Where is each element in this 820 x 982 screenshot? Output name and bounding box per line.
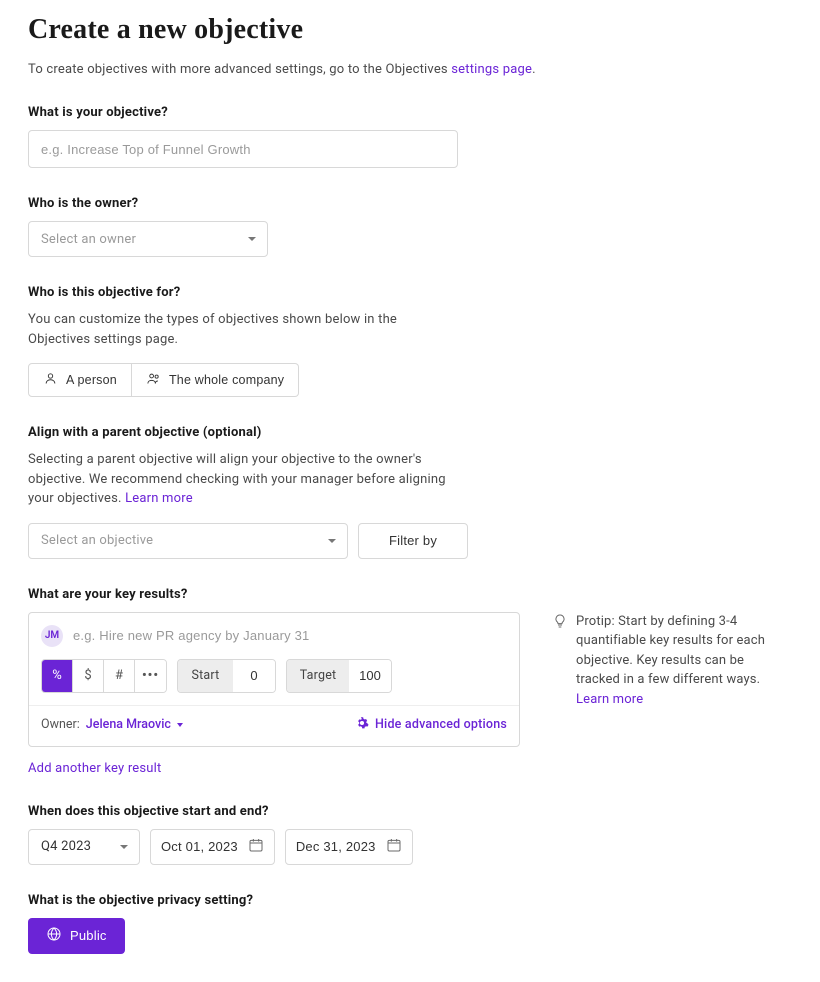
- parent-objective-placeholder: Select an objective: [41, 533, 153, 548]
- privacy-button-label: Public: [70, 928, 107, 943]
- calendar-icon: [248, 837, 264, 856]
- filter-by-button[interactable]: Filter by: [358, 523, 468, 559]
- start-date-value: Oct 01, 2023: [161, 839, 238, 854]
- quarter-value: Q4 2023: [41, 839, 91, 854]
- hide-advanced-link[interactable]: Hide advanced options: [355, 716, 507, 734]
- key-result-input[interactable]: [73, 625, 507, 647]
- target-value-input[interactable]: [349, 660, 391, 692]
- for-person-label: A person: [66, 373, 117, 387]
- objective-section: What is your objective?: [28, 105, 792, 168]
- start-date-button[interactable]: Oct 01, 2023: [150, 829, 275, 865]
- target-value-group: Target: [286, 659, 392, 693]
- dates-section: When does this objective start and end? …: [28, 804, 792, 865]
- kr-label: What are your key results?: [28, 587, 792, 602]
- end-date-button[interactable]: Dec 31, 2023: [285, 829, 413, 865]
- owner-section: Who is the owner? Select an owner: [28, 196, 792, 257]
- start-value-input[interactable]: [233, 660, 275, 692]
- privacy-section: What is the objective privacy setting? P…: [28, 893, 792, 954]
- chevron-down-icon: [328, 539, 336, 543]
- end-date-value: Dec 31, 2023: [296, 839, 376, 854]
- for-hint: You can customize the types of objective…: [28, 310, 458, 349]
- protip-learn-more-link[interactable]: Learn more: [576, 692, 643, 707]
- objective-label: What is your objective?: [28, 105, 792, 120]
- owner-select[interactable]: Select an owner: [28, 221, 268, 257]
- owner-label: Who is the owner?: [28, 196, 792, 211]
- align-section: Align with a parent objective (optional)…: [28, 425, 792, 559]
- kr-owner[interactable]: Owner: Jelena Mraovic: [41, 717, 183, 732]
- metric-number-button[interactable]: #: [104, 660, 135, 692]
- metric-type-segment: % $ # •••: [41, 659, 167, 693]
- parent-objective-select[interactable]: Select an objective: [28, 523, 348, 559]
- privacy-public-button[interactable]: Public: [28, 918, 125, 954]
- lightbulb-icon: [552, 612, 568, 710]
- chevron-down-icon: [248, 237, 256, 241]
- people-icon: [146, 371, 161, 389]
- align-label: Align with a parent objective (optional): [28, 425, 792, 440]
- hide-advanced-label: Hide advanced options: [375, 717, 507, 732]
- intro-prefix: To create objectives with more advanced …: [28, 62, 451, 77]
- person-icon: [43, 371, 58, 389]
- page-title: Create a new objective: [28, 14, 792, 46]
- owner-select-placeholder: Select an owner: [41, 232, 136, 247]
- settings-page-link[interactable]: settings page: [451, 62, 532, 77]
- chevron-down-icon: [177, 723, 183, 727]
- for-company-label: The whole company: [169, 373, 284, 387]
- for-person-button[interactable]: A person: [28, 363, 132, 397]
- target-label: Target: [287, 660, 349, 692]
- align-hint-text: Selecting a parent objective will align …: [28, 452, 446, 506]
- metric-percent-button[interactable]: %: [42, 660, 73, 692]
- globe-icon: [46, 926, 62, 945]
- start-value-group: Start: [177, 659, 276, 693]
- key-result-card: JM % $ # ••• Start Target: [28, 612, 520, 747]
- kr-owner-name: Jelena Mraovic: [86, 717, 171, 732]
- chevron-down-icon: [120, 845, 128, 849]
- gear-icon: [355, 716, 369, 734]
- protip: Protip: Start by defining 3-4 quantifiab…: [552, 612, 784, 710]
- start-label: Start: [178, 660, 233, 692]
- dates-label: When does this objective start and end?: [28, 804, 792, 819]
- intro-suffix: .: [532, 62, 536, 77]
- align-learn-more-link[interactable]: Learn more: [125, 491, 193, 506]
- protip-text: Protip: Start by defining 3-4 quantifiab…: [576, 614, 765, 688]
- metric-more-button[interactable]: •••: [135, 660, 166, 692]
- avatar: JM: [41, 625, 63, 647]
- for-company-button[interactable]: The whole company: [132, 363, 299, 397]
- for-section: Who is this objective for? You can custo…: [28, 285, 792, 397]
- align-hint: Selecting a parent objective will align …: [28, 450, 458, 509]
- key-results-section: What are your key results? JM % $ # ••• …: [28, 587, 792, 776]
- privacy-label: What is the objective privacy setting?: [28, 893, 792, 908]
- intro-text: To create objectives with more advanced …: [28, 62, 792, 77]
- for-label: Who is this objective for?: [28, 285, 792, 300]
- calendar-icon: [386, 837, 402, 856]
- kr-owner-prefix: Owner:: [41, 717, 80, 732]
- metric-currency-button[interactable]: $: [73, 660, 104, 692]
- add-key-result-link[interactable]: Add another key result: [28, 761, 162, 776]
- objective-input[interactable]: [28, 130, 458, 168]
